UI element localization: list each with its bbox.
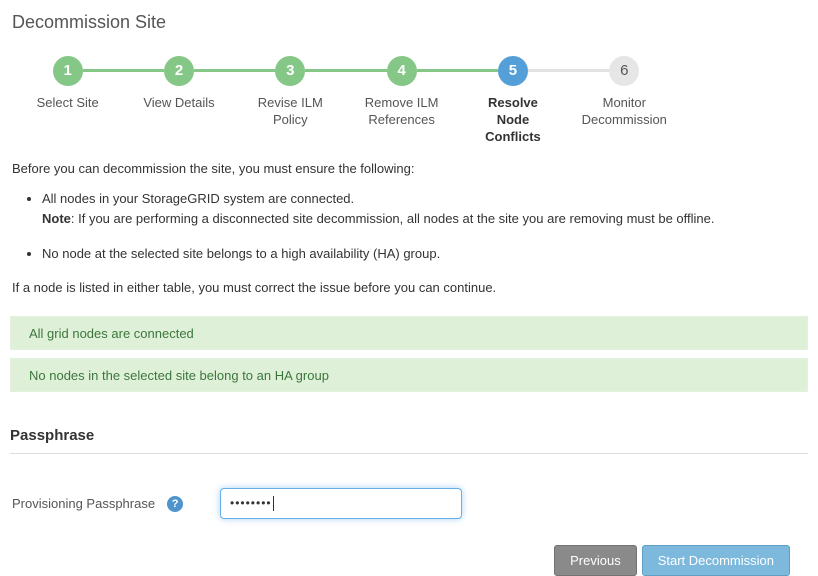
step-5-circle: 5 bbox=[498, 56, 528, 86]
intro-lead-text: Before you can decommission the site, yo… bbox=[12, 161, 808, 176]
provisioning-passphrase-input[interactable]: •••••••• bbox=[220, 488, 462, 519]
start-decommission-button[interactable]: Start Decommission bbox=[642, 545, 790, 576]
requirement-item-ha-group: No node at the selected site belongs to … bbox=[42, 244, 808, 264]
step-1-circle: 1 bbox=[53, 56, 83, 86]
step-5-label: Resolve Node Conflicts bbox=[478, 94, 548, 145]
step-monitor-decommission: 6 Monitor Decommission bbox=[569, 56, 680, 145]
requirements-list: All nodes in your StorageGRID system are… bbox=[12, 189, 808, 264]
step-1-label: Select Site bbox=[22, 94, 114, 111]
requirement-text: All nodes in your StorageGRID system are… bbox=[42, 191, 354, 206]
intro-footer-text: If a node is listed in either table, you… bbox=[12, 280, 808, 295]
action-button-bar: Previous Start Decommission bbox=[10, 545, 790, 576]
step-6-label: Monitor Decommission bbox=[578, 94, 670, 128]
previous-button[interactable]: Previous bbox=[554, 545, 637, 576]
wizard-stepper: 1 Select Site 2 View Details 3 Revise IL… bbox=[12, 56, 680, 145]
status-banner-text: No nodes in the selected site belong to … bbox=[29, 368, 329, 383]
provisioning-passphrase-label-wrap: Provisioning Passphrase ? bbox=[12, 496, 220, 512]
provisioning-passphrase-label: Provisioning Passphrase bbox=[12, 496, 155, 511]
step-4-circle: 4 bbox=[387, 56, 417, 86]
provisioning-passphrase-row: Provisioning Passphrase ? •••••••• bbox=[12, 488, 808, 519]
status-banner-ha-group: No nodes in the selected site belong to … bbox=[10, 358, 808, 392]
passphrase-section-heading: Passphrase bbox=[10, 427, 808, 454]
requirement-item-connected: All nodes in your StorageGRID system are… bbox=[42, 189, 808, 229]
status-banner-nodes-connected: All grid nodes are connected bbox=[10, 316, 808, 350]
step-2-circle: 2 bbox=[164, 56, 194, 86]
requirement-text: No node at the selected site belongs to … bbox=[42, 246, 440, 261]
passphrase-masked-value: •••••••• bbox=[230, 488, 272, 519]
text-caret bbox=[273, 496, 274, 511]
step-4-label: Remove ILM References bbox=[356, 94, 448, 128]
note-label: Note bbox=[42, 211, 71, 226]
step-6-circle: 6 bbox=[609, 56, 639, 86]
step-3-label: Revise ILM Policy bbox=[244, 94, 336, 128]
page-title: Decommission Site bbox=[12, 12, 808, 33]
status-banner-text: All grid nodes are connected bbox=[29, 326, 194, 341]
step-2-label: View Details bbox=[133, 94, 225, 111]
question-mark-icon[interactable]: ? bbox=[167, 496, 183, 512]
step-3-circle: 3 bbox=[275, 56, 305, 86]
note-text: : If you are performing a disconnected s… bbox=[71, 211, 715, 226]
